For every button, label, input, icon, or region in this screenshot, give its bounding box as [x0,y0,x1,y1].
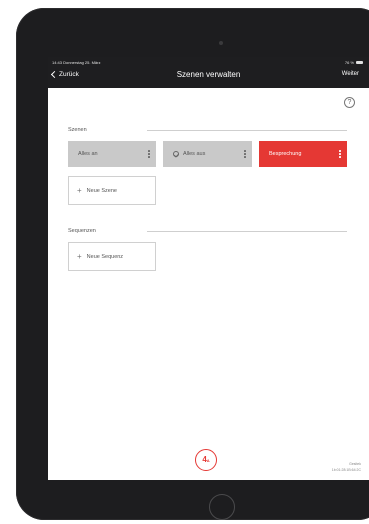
battery-icon [356,61,363,65]
home-button[interactable] [209,494,235,520]
more-vertical-icon[interactable] [339,150,341,158]
status-battery: 76 % [345,60,363,65]
scene-tile-label: Alles an [78,151,98,157]
top-bar: 14:43 Donnerstag 25. März 76 % Zurück Sz… [48,57,369,88]
scene-tile-label: Alles aus [183,151,206,157]
status-time: 14:43 Donnerstag 25. März [52,60,101,65]
scene-tile-alles-aus[interactable]: Alles aus [163,141,252,167]
add-scene-button[interactable]: + Neue Szene [68,176,156,205]
version-line-2: 1b:01:28:1B:64:2C [331,468,361,472]
camera-icon [219,41,223,45]
scene-tile-label: Besprechung [269,151,302,157]
next-button[interactable]: Weiter [342,71,359,77]
scene-tile-besprechung[interactable]: Besprechung [259,141,347,167]
logo-sub: A [206,458,210,463]
sequences-section-label: Sequenzen [68,228,96,234]
add-sequence-button[interactable]: + Neue Sequenz [68,242,156,271]
version-info: Gesitek 1b:01:28:1B:64:2C [332,461,361,473]
scenes-section-label: Szenen [68,127,87,133]
scenes-divider [147,130,347,131]
more-vertical-icon[interactable] [148,150,150,158]
add-scene-label: Neue Szene [86,187,117,194]
scene-tile-alles-an[interactable]: Alles an [68,141,156,167]
check-circle-icon [173,151,179,157]
help-icon[interactable]: ? [344,97,355,108]
battery-level: 76 % [344,60,354,65]
plus-icon: + [77,252,82,261]
sequences-divider [147,231,347,232]
more-vertical-icon[interactable] [244,150,246,158]
plus-icon: + [77,186,82,195]
brand-logo: 4A [195,449,217,471]
app-screen: 14:43 Donnerstag 25. März 76 % Zurück Sz… [48,57,369,480]
page-title: Szenen verwalten [176,70,241,79]
add-sequence-label: Neue Sequenz [86,253,124,260]
